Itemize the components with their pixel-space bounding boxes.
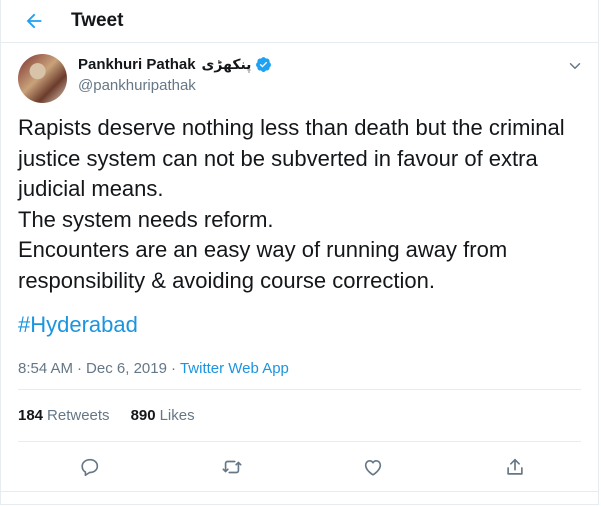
tweet-text-line: The system needs reform. [18, 206, 274, 232]
meta-separator: · [77, 359, 83, 377]
likes-stat[interactable]: 890 Likes [131, 407, 195, 424]
tweet-text-line: justice system can not be subverted in f… [18, 145, 538, 171]
meta-separator: · [170, 359, 176, 377]
reply-icon[interactable] [79, 456, 101, 478]
tweet-actions [1, 442, 598, 492]
page-title: Tweet [71, 10, 124, 31]
retweets-label: Retweets [47, 407, 110, 424]
likes-count: 890 [130, 407, 156, 424]
divider [1, 491, 598, 492]
retweets-stat[interactable]: 184 Retweets [18, 407, 110, 424]
retweet-icon[interactable] [221, 456, 243, 478]
tweet-text-line: Rapists deserve nothing less than death … [18, 115, 565, 140]
author-name-urdu[interactable]: پنکھڑی [202, 56, 252, 73]
tweet-author: Pankhuri Pathak پنکھڑی @pankhuripathak [1, 53, 598, 109]
likes-label: Likes [159, 407, 195, 424]
hashtag-link[interactable]: #Hyderabad [18, 312, 598, 338]
tweet-date[interactable]: Dec 6, 2019 [86, 360, 167, 377]
tweet-text: Rapists deserve nothing less than death … [18, 113, 578, 296]
chevron-down-icon[interactable] [566, 57, 584, 75]
tweet-metadata: 8:54 AM · Dec 6, 2019 · Twitter Web App [18, 357, 598, 379]
tweet-text-line: responsibility & avoiding course correct… [18, 267, 435, 293]
tweet-text-line: judicial means. [18, 176, 164, 201]
tweet-source-link[interactable]: Twitter Web App [180, 360, 289, 377]
author-handle[interactable]: @pankhuripathak [78, 77, 196, 94]
heart-icon[interactable] [362, 456, 384, 478]
arrow-left-icon [26, 13, 42, 29]
author-name[interactable]: Pankhuri Pathak [78, 56, 196, 73]
tweet-stats: 184 Retweets 890 Likes [18, 390, 581, 441]
author-name-row: Pankhuri Pathak پنکھڑی [78, 56, 272, 73]
tweet-text-line: Encounters are an easy way of running aw… [18, 237, 508, 262]
verified-badge-icon [256, 57, 272, 72]
back-button[interactable] [21, 8, 47, 34]
tweet-page: Tweet Pankhuri Pathak پنکھڑی @pankhuripa… [0, 0, 599, 505]
share-icon[interactable] [504, 456, 526, 478]
retweets-count: 184 [18, 407, 44, 424]
page-header: Tweet [1, 0, 598, 43]
avatar[interactable] [18, 54, 67, 103]
tweet-time[interactable]: 8:54 AM [18, 360, 73, 377]
